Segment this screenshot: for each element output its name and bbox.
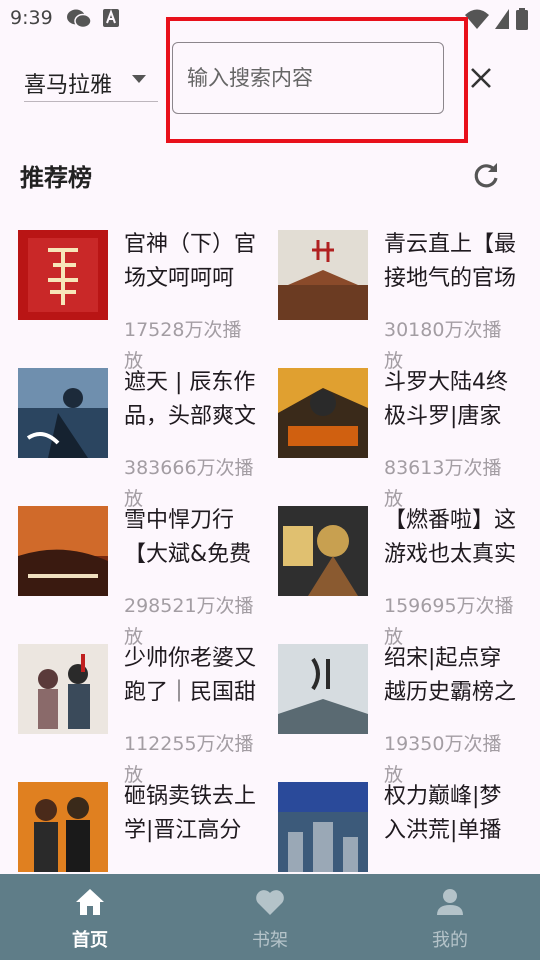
close-button[interactable] [463, 60, 499, 96]
book-title: 绍宋|起点穿越历史霸榜之作 [384, 646, 517, 705]
book-cover [278, 230, 368, 320]
book-card-douluo[interactable]: 斗罗大陆4终极斗罗|唐家三少 83613万次播放 [278, 366, 528, 510]
source-dropdown[interactable]: 喜马拉雅 [24, 60, 158, 102]
refresh-icon [474, 163, 498, 188]
book-cover [278, 506, 368, 596]
book-cover [18, 644, 108, 734]
book-card-ranfan[interactable]: 【燃番啦】这游戏也太真实了 159695万次播放 [278, 504, 528, 648]
book-title: 遮天 | 辰东作品，头部爽文 [124, 370, 257, 429]
book-title: 权力巅峰|梦入洪荒|单播版 [384, 784, 502, 843]
nav-item-home[interactable]: 首页 [0, 874, 180, 960]
book-title: 砸锅卖铁去上学|晋江高分 [124, 784, 257, 843]
nav-label: 我的 [432, 930, 468, 951]
caret-down-icon [132, 75, 146, 83]
source-dropdown-value: 喜马拉雅 [24, 73, 113, 98]
person-icon [437, 889, 463, 915]
wechat-icon [67, 9, 92, 29]
book-cover [18, 230, 108, 320]
book-title: 雪中悍刀行【大斌&免费收听 [124, 508, 252, 567]
nav-label: 首页 [72, 930, 108, 951]
home-icon [76, 889, 104, 915]
book-title: 斗罗大陆4终极斗罗|唐家三少 [384, 370, 508, 429]
book-card-shaoshuai[interactable]: 少帅你老婆又跑了｜民国甜宠 112255万次播放 [18, 642, 268, 786]
heart-icon [256, 890, 284, 915]
book-cover [18, 782, 108, 872]
nav-item-profile[interactable]: 我的 [360, 874, 540, 960]
battery-icon [516, 8, 528, 30]
book-card-quanli[interactable]: 权力巅峰|梦入洪荒|单播版 [278, 780, 528, 874]
book-cover [278, 782, 368, 872]
font-app-icon [103, 9, 119, 27]
bottom-nav: 首页 书架 我的 [0, 874, 540, 960]
book-card-qingyun[interactable]: 青云直上【最接地气的官场 30180万次播放 [278, 228, 528, 372]
book-card-shaosong[interactable]: 绍宋|起点穿越历史霸榜之作 19350万次播放 [278, 642, 528, 786]
highlight-annotation-box [166, 17, 468, 143]
section-title: 推荐榜 [20, 164, 92, 192]
signal-icon [495, 9, 509, 29]
recommend-list: 官神（下）官场文呵呵呵 17528万次播放 青云直上【最接地气的官场 30180… [18, 228, 528, 874]
nav-item-bookshelf[interactable]: 书架 [180, 874, 360, 960]
book-cover [18, 368, 108, 458]
book-card-zhetian[interactable]: 遮天 | 辰东作品，头部爽文 383666万次播放 [18, 366, 268, 510]
book-card-guanshen[interactable]: 官神（下）官场文呵呵呵 17528万次播放 [18, 228, 268, 372]
refresh-button[interactable] [470, 159, 502, 191]
book-cover [18, 506, 108, 596]
book-title: 少帅你老婆又跑了｜民国甜宠 [124, 646, 257, 705]
close-icon [471, 68, 491, 88]
status-time: 9:39 [10, 7, 53, 29]
book-card-xuezhong[interactable]: 雪中悍刀行【大斌&免费收听 298521万次播放 [18, 504, 268, 648]
book-cover [278, 368, 368, 458]
book-title: 官神（下）官场文呵呵呵 [124, 232, 257, 291]
book-cover [278, 644, 368, 734]
book-title: 青云直上【最接地气的官场 [384, 232, 517, 291]
nav-label: 书架 [252, 930, 288, 951]
book-card-zaguo[interactable]: 砸锅卖铁去上学|晋江高分 [18, 780, 268, 874]
book-title: 【燃番啦】这游戏也太真实了 [384, 508, 517, 567]
